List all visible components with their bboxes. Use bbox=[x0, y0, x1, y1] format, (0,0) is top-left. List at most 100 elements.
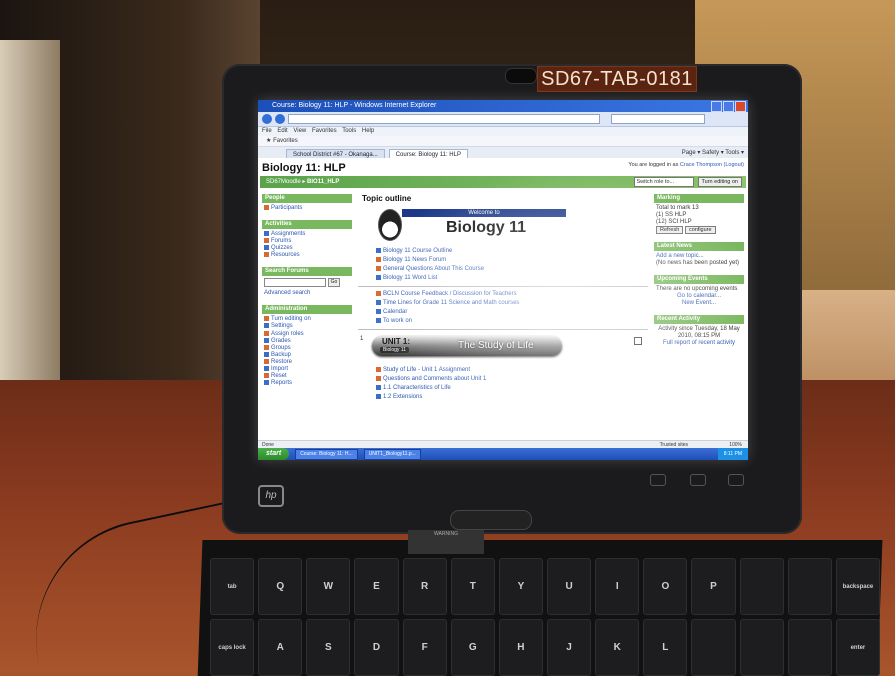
key-blank[interactable] bbox=[787, 558, 832, 615]
key-i[interactable]: I bbox=[595, 558, 640, 615]
topic-link-label: Biology 11 News Forum bbox=[383, 257, 447, 263]
search-input[interactable] bbox=[611, 114, 705, 124]
forum-search-input[interactable] bbox=[264, 278, 326, 288]
forward-button[interactable] bbox=[275, 114, 285, 124]
topic-link[interactable]: Calendar bbox=[376, 308, 648, 317]
menu-edit[interactable]: Edit bbox=[277, 128, 287, 134]
activities-block: Activities Assignments Forums Quizzes Re… bbox=[262, 220, 352, 261]
admin-item[interactable]: Reset bbox=[264, 373, 350, 380]
key-backspace[interactable]: backspace bbox=[835, 558, 880, 615]
add-topic-link[interactable]: Add a new topic... bbox=[656, 253, 742, 260]
key-f[interactable]: F bbox=[402, 619, 447, 676]
forums-link[interactable]: Forums bbox=[264, 238, 350, 245]
admin-item[interactable]: Restore bbox=[264, 358, 350, 366]
topic-link-label: Biology 11 Course Outline bbox=[383, 248, 453, 254]
marking-item[interactable]: (1) SS HLP bbox=[656, 212, 742, 219]
key-a[interactable]: A bbox=[258, 619, 303, 676]
admin-item[interactable]: Import bbox=[264, 365, 350, 373]
right-column: Marking Total to mark 13 (1) SS HLP (12)… bbox=[654, 194, 744, 355]
goto-calendar-link[interactable]: Go to calendar... bbox=[656, 293, 742, 300]
key-y[interactable]: Y bbox=[498, 558, 543, 615]
topic-link[interactable]: 1.2 Extensions bbox=[376, 393, 648, 402]
key-k[interactable]: K bbox=[595, 619, 640, 676]
key-l[interactable]: L bbox=[643, 619, 688, 676]
quizzes-link[interactable]: Quizzes bbox=[264, 245, 350, 252]
start-button[interactable]: start bbox=[258, 448, 290, 460]
go-button[interactable]: Go bbox=[327, 278, 341, 288]
key-blank[interactable] bbox=[691, 619, 736, 676]
maximize-button[interactable] bbox=[723, 101, 734, 112]
key-o[interactable]: O bbox=[643, 558, 688, 615]
back-button[interactable] bbox=[262, 114, 272, 124]
topic-link[interactable]: BCLN Course Feedback / Discussion for Te… bbox=[376, 290, 648, 299]
favorites-button[interactable]: Favorites bbox=[273, 138, 298, 144]
key-enter[interactable]: enter bbox=[835, 619, 880, 676]
admin-item[interactable]: Reports bbox=[264, 380, 350, 387]
key-g[interactable]: G bbox=[450, 619, 495, 676]
assignments-link[interactable]: Assignments bbox=[264, 231, 350, 238]
admin-item[interactable]: Backup bbox=[264, 351, 350, 359]
url-input[interactable] bbox=[288, 114, 600, 124]
command-bar[interactable]: Page ▾ Safety ▾ Tools ▾ bbox=[682, 149, 744, 156]
taskbar-item-document[interactable]: UNIT1_Biology11.p... bbox=[363, 448, 421, 460]
key-s[interactable]: S bbox=[306, 619, 351, 676]
admin-item[interactable]: Assign roles bbox=[264, 330, 350, 338]
close-button[interactable] bbox=[735, 101, 746, 112]
key-d[interactable]: D bbox=[354, 619, 399, 676]
topic-link[interactable]: Questions and Comments about Unit 1 bbox=[376, 375, 648, 384]
new-event-link[interactable]: New Event... bbox=[656, 300, 742, 307]
bezel-button[interactable] bbox=[728, 474, 744, 486]
topic-link[interactable]: General Questions About This Course bbox=[376, 265, 648, 274]
resources-link[interactable]: Resources bbox=[264, 252, 350, 259]
menu-tools[interactable]: Tools bbox=[342, 128, 356, 134]
bezel-button[interactable] bbox=[690, 474, 706, 486]
key-blank[interactable] bbox=[739, 619, 784, 676]
taskbar-item-browser[interactable]: Course: Biology 11: H... bbox=[295, 448, 358, 460]
latest-news-title: Latest News bbox=[654, 242, 744, 251]
topic-link[interactable]: To work on bbox=[376, 317, 648, 326]
refresh-button[interactable]: Refresh bbox=[656, 226, 684, 234]
key-tab[interactable]: tab bbox=[210, 558, 255, 615]
topic-link[interactable]: Biology 11 Word List bbox=[376, 274, 648, 283]
marking-item[interactable]: (12) SCI HLP bbox=[656, 219, 742, 226]
key-blank[interactable] bbox=[787, 619, 832, 676]
menu-file[interactable]: File bbox=[262, 128, 272, 134]
latest-news-body: Add a new topic... (No news has been pos… bbox=[654, 251, 744, 269]
topic-outline-heading: Topic outline bbox=[362, 194, 412, 203]
topic-link[interactable]: 1.1 Characteristics of Life bbox=[376, 384, 648, 393]
admin-item[interactable]: Settings bbox=[264, 323, 350, 330]
switch-role-select[interactable]: Switch role to... bbox=[633, 177, 694, 187]
key-blank[interactable] bbox=[739, 558, 784, 615]
advanced-search-link[interactable]: Advanced search bbox=[264, 290, 350, 297]
admin-item[interactable]: Groups bbox=[264, 344, 350, 352]
key-h[interactable]: H bbox=[498, 619, 543, 676]
login-user-link[interactable]: Crace Thompson (Logout) bbox=[680, 162, 744, 168]
topic-link[interactable]: Biology 11 Course Outline bbox=[376, 247, 648, 256]
minimize-button[interactable] bbox=[711, 101, 722, 112]
full-report-link[interactable]: Full report of recent activity bbox=[656, 340, 742, 347]
breadcrumb-site[interactable]: SD67Moodle bbox=[266, 179, 301, 185]
section-toggle[interactable] bbox=[634, 337, 642, 345]
turn-editing-button[interactable]: Turn editing on bbox=[697, 177, 742, 187]
admin-item[interactable]: Turn editing on bbox=[264, 316, 350, 323]
admin-item[interactable]: Grades bbox=[264, 337, 350, 345]
key-q[interactable]: Q bbox=[258, 558, 303, 615]
laptop-screen: Course: Biology 11: HLP - Windows Intern… bbox=[258, 100, 748, 460]
menu-favorites[interactable]: Favorites bbox=[312, 128, 337, 134]
topic-link[interactable]: Biology 11 News Forum bbox=[376, 256, 648, 265]
key-r[interactable]: R bbox=[402, 558, 447, 615]
bezel-button[interactable] bbox=[650, 474, 666, 486]
key-u[interactable]: U bbox=[546, 558, 592, 615]
topic-link[interactable]: Study of Life - Unit 1 Assignment bbox=[376, 366, 648, 375]
key-j[interactable]: J bbox=[546, 619, 592, 676]
topic-link[interactable]: Time Lines for Grade 11 Science and Math… bbox=[376, 299, 648, 308]
key-e[interactable]: E bbox=[354, 558, 399, 615]
participants-link[interactable]: Participants bbox=[264, 205, 350, 212]
menu-view[interactable]: View bbox=[293, 128, 306, 134]
configure-button[interactable]: configure bbox=[684, 226, 716, 234]
menu-help[interactable]: Help bbox=[362, 128, 374, 134]
key-t[interactable]: T bbox=[450, 558, 495, 615]
key-w[interactable]: W bbox=[306, 558, 351, 615]
key-caps-lock[interactable]: caps lock bbox=[210, 619, 255, 676]
key-p[interactable]: P bbox=[691, 558, 736, 615]
